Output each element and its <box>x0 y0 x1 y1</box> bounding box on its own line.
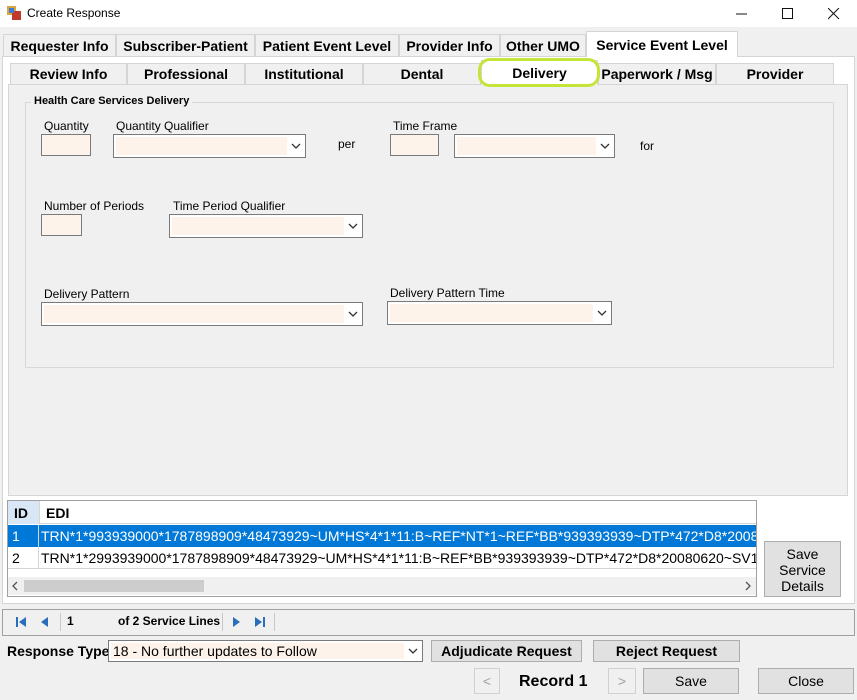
save-service-details-button[interactable]: Save Service Details <box>764 541 841 597</box>
delivery-tab-highlight <box>478 58 600 87</box>
scroll-right-icon[interactable] <box>743 581 753 591</box>
app-icon <box>7 6 21 20</box>
response-type-select[interactable]: 18 - No further updates to Follow <box>108 640 423 662</box>
adjudicate-request-button[interactable]: Adjudicate Request <box>431 640 582 662</box>
grid-header: ID EDI <box>8 501 756 524</box>
group-title: Health Care Services Delivery <box>31 95 193 107</box>
reject-request-button[interactable]: Reject Request <box>593 640 740 662</box>
for-label: for <box>640 139 655 153</box>
number-of-periods-label: Number of Periods <box>44 199 145 213</box>
delivery-pattern-time-select[interactable] <box>387 301 612 325</box>
minimize-button[interactable] <box>719 0 765 27</box>
tab-institutional[interactable]: Institutional <box>245 63 363 84</box>
column-header-edi[interactable]: EDI <box>40 501 756 524</box>
tab-provider-info[interactable]: Provider Info <box>399 34 500 56</box>
previous-record-icon[interactable] <box>37 614 53 630</box>
time-frame-label: Time Frame <box>393 119 458 133</box>
tab-review-info[interactable]: Review Info <box>10 63 127 84</box>
chevron-down-icon <box>597 310 607 316</box>
delivery-pattern-time-label: Delivery Pattern Time <box>390 286 505 300</box>
row-id: 2 <box>8 547 39 568</box>
record-label: Record 1 <box>519 673 588 690</box>
response-type-value: 18 - No further updates to Follow <box>111 643 404 659</box>
tab-professional[interactable]: Professional <box>127 63 245 84</box>
tab-provider[interactable]: Provider <box>716 63 834 84</box>
nav-separator <box>274 613 275 631</box>
horizontal-scrollbar[interactable] <box>8 577 756 595</box>
delivery-pattern-select[interactable] <box>41 302 363 326</box>
tab-paperwork-msg[interactable]: Paperwork / Msg <box>598 63 716 84</box>
chevron-down-icon <box>291 143 301 149</box>
tab-requester-info[interactable]: Requester Info <box>3 34 116 56</box>
last-record-icon[interactable] <box>252 614 268 630</box>
maximize-button[interactable] <box>765 0 811 27</box>
chevron-down-icon <box>600 143 610 149</box>
tab-service-event-level[interactable]: Service Event Level <box>586 31 738 57</box>
nav-separator <box>60 613 61 631</box>
tab-other-umo[interactable]: Other UMO <box>500 34 586 56</box>
time-period-qualifier-select[interactable] <box>169 214 363 238</box>
table-row[interactable]: 2 TRN*1*2993939000*1787898909*48473929~U… <box>8 547 756 569</box>
maximize-icon <box>782 7 793 19</box>
tab-subscriber-patient[interactable]: Subscriber-Patient <box>116 34 255 56</box>
save-button[interactable]: Save <box>643 668 739 694</box>
close-icon <box>828 7 840 19</box>
next-record-icon[interactable] <box>228 614 244 630</box>
previous-button[interactable]: < <box>474 668 500 694</box>
time-period-qualifier-value <box>172 217 344 235</box>
time-frame-unit-value <box>457 137 596 155</box>
quantity-qualifier-select[interactable] <box>113 134 306 158</box>
row-edi: TRN*1*993939000*1787898909*48473929~UM*H… <box>41 528 756 544</box>
column-header-id[interactable]: ID <box>8 501 40 524</box>
chevron-down-icon <box>408 648 418 654</box>
number-of-periods-input[interactable] <box>41 214 82 236</box>
time-period-qualifier-label: Time Period Qualifier <box>173 199 286 213</box>
first-record-icon[interactable] <box>13 614 29 630</box>
time-frame-unit-select[interactable] <box>454 134 615 158</box>
table-row[interactable]: 1 TRN*1*993939000*1787898909*48473929~UM… <box>8 525 756 547</box>
close-button[interactable]: Close <box>758 668 854 694</box>
quantity-input[interactable] <box>41 134 91 156</box>
quantity-qualifier-value <box>116 137 287 155</box>
row-edi: TRN*1*2993939000*1787898909*48473929~UM*… <box>41 550 756 566</box>
quantity-qualifier-label: Quantity Qualifier <box>116 119 209 133</box>
delivery-pattern-value <box>44 305 344 323</box>
chevron-down-icon <box>348 311 358 317</box>
time-frame-input[interactable] <box>390 134 439 156</box>
tab-patient-event-level[interactable]: Patient Event Level <box>255 34 399 56</box>
per-label: per <box>338 137 356 151</box>
record-count-label: of 2 Service Lines <box>118 614 221 628</box>
scroll-left-icon[interactable] <box>10 581 20 591</box>
quantity-label: Quantity <box>44 119 89 133</box>
minimize-icon <box>736 13 747 14</box>
close-window-button[interactable] <box>811 0 857 27</box>
tab-dental[interactable]: Dental <box>363 63 481 84</box>
next-button[interactable]: > <box>608 668 636 694</box>
delivery-pattern-time-value <box>390 304 593 322</box>
response-type-label: Response Type <box>7 643 110 659</box>
position-input[interactable]: 1 <box>67 614 111 628</box>
window-title: Create Response <box>27 6 121 20</box>
delivery-pattern-label: Delivery Pattern <box>44 287 130 301</box>
nav-separator <box>222 613 223 631</box>
scroll-thumb[interactable] <box>24 580 204 592</box>
chevron-down-icon <box>348 223 358 229</box>
row-id: 1 <box>8 525 39 547</box>
